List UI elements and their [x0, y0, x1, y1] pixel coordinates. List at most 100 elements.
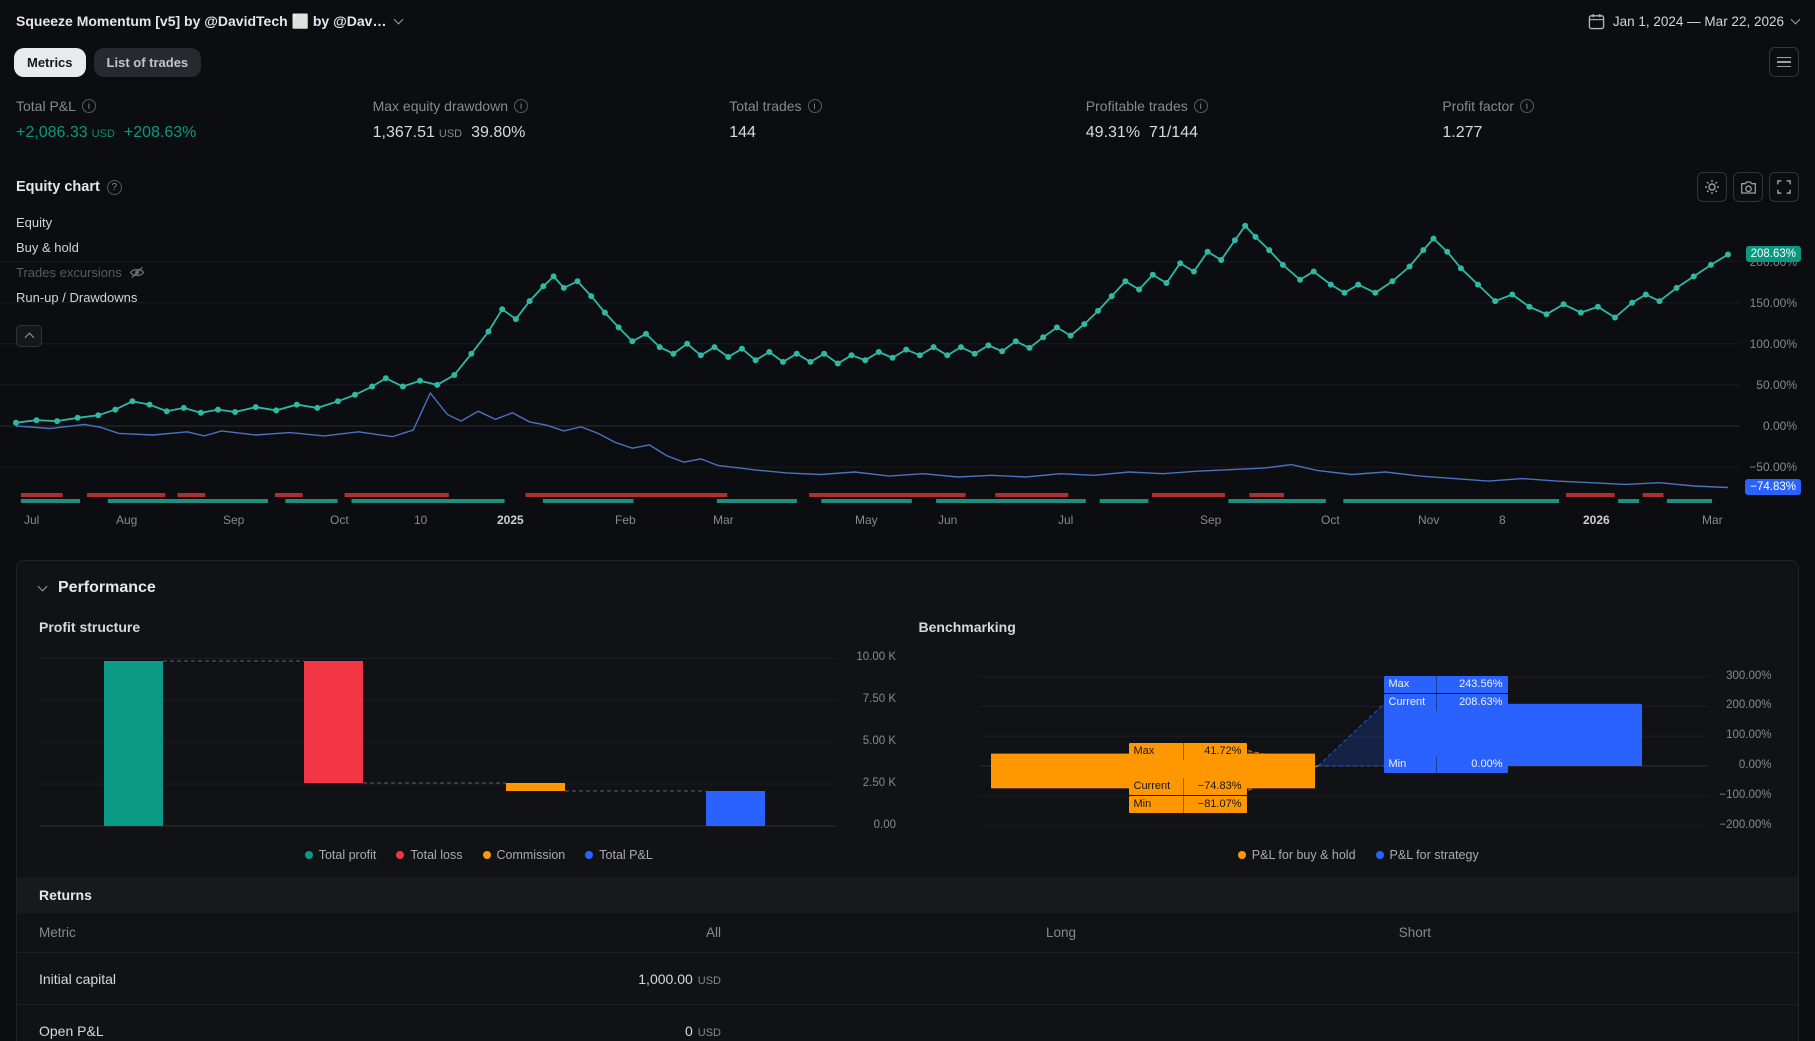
equity-point [1252, 233, 1259, 240]
equity-point [1341, 289, 1348, 296]
tab-list-of-trades[interactable]: List of trades [93, 47, 202, 77]
equity-point [1026, 344, 1033, 351]
legend-buy-hold[interactable]: Buy & hold [16, 240, 145, 255]
legend-item[interactable]: Total loss [396, 847, 463, 863]
equity-point [1190, 268, 1197, 275]
equity-point [1122, 278, 1129, 285]
row-metric-name: Initial capital [39, 970, 117, 987]
profit-structure-chart[interactable]: 10.00 K 7.50 K 5.00 K 2.50 K 0.00 [39, 641, 919, 841]
info-icon[interactable]: i [81, 99, 96, 113]
equity-point [958, 344, 964, 351]
info-icon[interactable]: i [1519, 99, 1534, 113]
legend-item[interactable]: P&L for buy & hold [1237, 847, 1356, 863]
equity-point [399, 383, 406, 390]
screenshot-button[interactable] [1733, 172, 1763, 202]
table-row-initial-capital: Initial capital 1,000.00 USD [17, 953, 1798, 1005]
legend-trades-excursions[interactable]: Trades excursions [16, 265, 145, 280]
metric-extra: 71/144 [1149, 124, 1198, 141]
tab-metrics[interactable]: Metrics [14, 47, 86, 77]
range-label-max: Max 41.72% [1128, 743, 1247, 760]
info-icon[interactable]: i [1193, 99, 1208, 113]
x-axis-tick: Oct [1321, 513, 1340, 527]
equity-chart-title: Equity chart [16, 179, 100, 195]
drawdown-segment [1249, 493, 1285, 497]
strategy-title-dropdown[interactable]: Squeeze Momentum [v5] by @DavidTech ⬜ by… [16, 13, 404, 30]
drawdown-segment [809, 493, 966, 497]
chevron-up-icon [24, 332, 34, 343]
gear-icon [1705, 180, 1719, 194]
x-axis-tick: May [855, 513, 878, 527]
legend-equity[interactable]: Equity [16, 215, 145, 230]
equity-point [1389, 278, 1396, 285]
equity-point [499, 306, 506, 313]
equity-point [112, 406, 119, 413]
metric-total-pnl: Total P&L i +2,086.33 USD +208.63% [16, 98, 373, 144]
equity-point [382, 375, 389, 382]
y-axis-tick: 200.00% [1726, 699, 1772, 712]
x-axis-tick: Aug [116, 513, 138, 527]
equity-point [1406, 263, 1413, 270]
equity-point [1707, 261, 1714, 268]
equity-point [889, 354, 896, 361]
equity-point [1040, 334, 1047, 341]
drawdown-segment [525, 493, 728, 497]
equity-point [944, 352, 951, 359]
equity-point [793, 350, 800, 357]
info-icon[interactable]: i [807, 99, 822, 113]
equity-point [656, 344, 663, 351]
metric-extra: +208.63% [123, 124, 197, 141]
equity-x-axis: Jul Aug Sep Oct 10 2025 Feb Mar May Jun Jul Sep Oct N… [0, 507, 1815, 533]
equity-point [684, 340, 691, 347]
info-icon[interactable]: i [514, 99, 528, 113]
metric-extra: 39.80% [471, 124, 526, 141]
equity-point [1355, 281, 1362, 288]
legend-item[interactable]: Total P&L [585, 847, 653, 863]
report-layout-button[interactable] [1769, 47, 1799, 77]
equity-point [903, 346, 910, 353]
bar-total-loss [304, 661, 363, 784]
x-axis-tick: Jul [24, 513, 40, 527]
legend-item[interactable]: P&L for strategy [1375, 847, 1479, 863]
date-range-picker[interactable]: Jan 1, 2024 — Mar 22, 2026 [1588, 13, 1801, 30]
legend-runup-drawdowns[interactable]: Run-up / Drawdowns [16, 290, 145, 305]
equity-point [1136, 286, 1143, 293]
y-axis-tick: 2.50 K [862, 777, 896, 790]
report-tabs: Metrics List of trades [0, 42, 1815, 82]
performance-section-toggle[interactable]: Performance [17, 561, 1798, 597]
equity-point [1543, 311, 1550, 318]
performance-panel: Performance Profit structure 10.00 K 7.50… [16, 560, 1799, 1041]
legend-item[interactable]: Commission [482, 847, 565, 863]
equity-point [670, 350, 677, 357]
equity-point [129, 398, 136, 405]
y-axis-tick: −200.00% [1719, 818, 1772, 831]
collapse-chart-button[interactable] [16, 325, 42, 347]
equity-point [314, 404, 321, 411]
equity-point [738, 345, 745, 352]
equity-point [550, 273, 557, 280]
equity-point [1204, 248, 1211, 255]
top-bar: Squeeze Momentum [v5] by @DavidTech ⬜ by… [0, 0, 1815, 42]
runup-segment [1618, 499, 1640, 503]
help-icon[interactable]: ? [106, 179, 122, 195]
equity-point [725, 354, 732, 360]
equity-point [752, 357, 759, 364]
runup-segment [542, 499, 634, 503]
table-row-open-pnl: Open P&L 0 USD [17, 1005, 1798, 1041]
x-axis-tick: Nov [1418, 513, 1440, 527]
legend-item[interactable]: Total profit [304, 847, 376, 863]
equity-chart-canvas[interactable]: Equity Buy & hold Trades excursions Run-… [0, 202, 1815, 537]
chevron-down-icon [37, 581, 48, 591]
fullscreen-button[interactable] [1769, 172, 1799, 202]
equity-point [1218, 257, 1225, 263]
equity-point [560, 284, 567, 291]
equity-point [588, 293, 595, 300]
equity-point [1457, 265, 1464, 272]
metric-label: Profitable trades [1085, 98, 1188, 114]
equity-point [1297, 276, 1303, 283]
settings-button[interactable] [1697, 172, 1727, 202]
equity-point [1629, 299, 1636, 306]
equity-point [526, 298, 533, 305]
row-unit: USD [697, 1026, 721, 1039]
benchmarking-chart[interactable]: Max 41.72% Current −74.83% Min −81.07% Max 243.… [919, 641, 1799, 841]
eye-off-icon [129, 266, 145, 279]
